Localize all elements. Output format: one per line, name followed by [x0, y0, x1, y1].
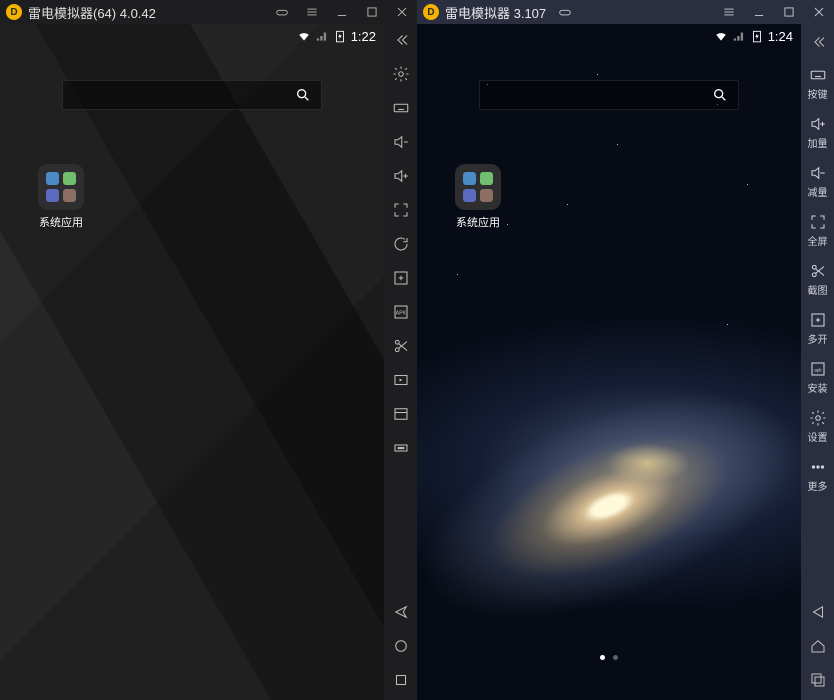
app-folder-system[interactable]: 系统应用	[38, 164, 84, 230]
folder-icon	[38, 164, 84, 210]
wifi-icon	[714, 29, 728, 43]
battery-icon	[750, 29, 764, 43]
android-screen-left[interactable]: 1:22 系统应用	[0, 24, 384, 700]
titlebar-left: D 雷电模拟器(64) 4.0.42	[0, 0, 417, 24]
rotate-icon[interactable]	[391, 234, 411, 254]
collapse-icon[interactable]	[808, 32, 828, 52]
app-logo: D	[423, 4, 439, 20]
clock: 1:24	[768, 29, 793, 44]
add-screen-icon[interactable]	[391, 268, 411, 288]
gamepad-icon[interactable]	[550, 0, 580, 24]
right-toolbar-left: APK	[384, 24, 417, 700]
nav-back[interactable]	[808, 602, 828, 622]
fullscreen-icon[interactable]	[391, 200, 411, 220]
multi-button[interactable]: 多开	[808, 311, 828, 346]
nav-home[interactable]	[391, 636, 411, 656]
screenshot-button[interactable]: 截图	[808, 262, 828, 297]
close-button[interactable]	[804, 0, 834, 24]
page-dot-active	[600, 655, 605, 660]
window-title: 雷电模拟器 3.107	[445, 3, 546, 22]
volume-up-icon[interactable]	[391, 166, 411, 186]
nav-recent[interactable]	[391, 670, 411, 690]
page-indicator	[600, 655, 618, 660]
emulator-right: D 雷电模拟器 3.107 1:	[417, 0, 834, 700]
volume-down-button[interactable]: 减量	[808, 164, 828, 199]
play-frame-icon[interactable]	[391, 370, 411, 390]
btn-label: 设置	[808, 429, 828, 444]
keyboard-icon[interactable]	[391, 98, 411, 118]
scissors-icon[interactable]	[391, 336, 411, 356]
android-screen-right[interactable]: 1:24 系统应用	[417, 24, 801, 700]
signal-icon	[732, 29, 746, 43]
signal-icon	[315, 29, 329, 43]
apk-icon[interactable]: APK	[391, 302, 411, 322]
clock: 1:22	[351, 29, 376, 44]
status-bar: 1:24	[417, 24, 801, 48]
btn-label: 安装	[808, 380, 828, 395]
btn-label: 多开	[808, 331, 828, 346]
volume-down-icon[interactable]	[391, 132, 411, 152]
app-label: 系统应用	[456, 214, 500, 230]
titlebar-right: D 雷电模拟器 3.107	[417, 0, 834, 24]
app-folder-system[interactable]: 系统应用	[455, 164, 501, 230]
battery-icon	[333, 29, 347, 43]
maximize-button[interactable]	[774, 0, 804, 24]
nav-recent[interactable]	[808, 670, 828, 690]
settings-button[interactable]: 设置	[808, 409, 828, 444]
btn-label: 截图	[808, 282, 828, 297]
nav-home[interactable]	[808, 636, 828, 656]
wifi-icon	[297, 29, 311, 43]
page-dot	[613, 655, 618, 660]
btn-label: 全屏	[808, 233, 828, 248]
btn-label: 减量	[808, 184, 828, 199]
maximize-button[interactable]	[357, 0, 387, 24]
btn-label: 加量	[808, 135, 828, 150]
search-box[interactable]	[479, 80, 739, 110]
volume-up-button[interactable]: 加量	[808, 115, 828, 150]
settings-icon[interactable]	[391, 64, 411, 84]
search-input[interactable]	[73, 88, 295, 103]
btn-label: 按键	[808, 86, 828, 101]
minimize-button[interactable]	[744, 0, 774, 24]
nav-back[interactable]	[391, 602, 411, 622]
menu-icon[interactable]	[297, 0, 327, 24]
wallpaper-polygons	[0, 24, 384, 700]
search-icon	[295, 87, 311, 103]
app-label: 系统应用	[39, 214, 83, 230]
fullscreen-button[interactable]: 全屏	[808, 213, 828, 248]
search-box[interactable]	[62, 80, 322, 110]
minimize-button[interactable]	[327, 0, 357, 24]
search-input[interactable]	[490, 88, 712, 103]
window-title: 雷电模拟器(64) 4.0.42	[28, 3, 156, 22]
search-icon	[712, 87, 728, 103]
more-icon[interactable]	[391, 438, 411, 458]
folder-icon	[455, 164, 501, 210]
svg-text:apk: apk	[814, 367, 822, 372]
svg-text:APK: APK	[395, 310, 406, 316]
more-button[interactable]: 更多	[808, 458, 828, 493]
close-button[interactable]	[387, 0, 417, 24]
app-logo: D	[6, 4, 22, 20]
keymap-button[interactable]: 按键	[808, 66, 828, 101]
status-bar: 1:22	[0, 24, 384, 48]
right-toolbar-right: 按键 加量 减量 全屏 截图 多开 apk	[801, 24, 834, 700]
install-apk-button[interactable]: apk 安装	[808, 360, 828, 395]
emulator-left: D 雷电模拟器(64) 4.0.42 1:22	[0, 0, 417, 700]
gamepad-icon[interactable]	[267, 0, 297, 24]
collapse-icon[interactable]	[391, 30, 411, 50]
btn-label: 更多	[808, 478, 828, 493]
menu-icon[interactable]	[714, 0, 744, 24]
layout-icon[interactable]	[391, 404, 411, 424]
